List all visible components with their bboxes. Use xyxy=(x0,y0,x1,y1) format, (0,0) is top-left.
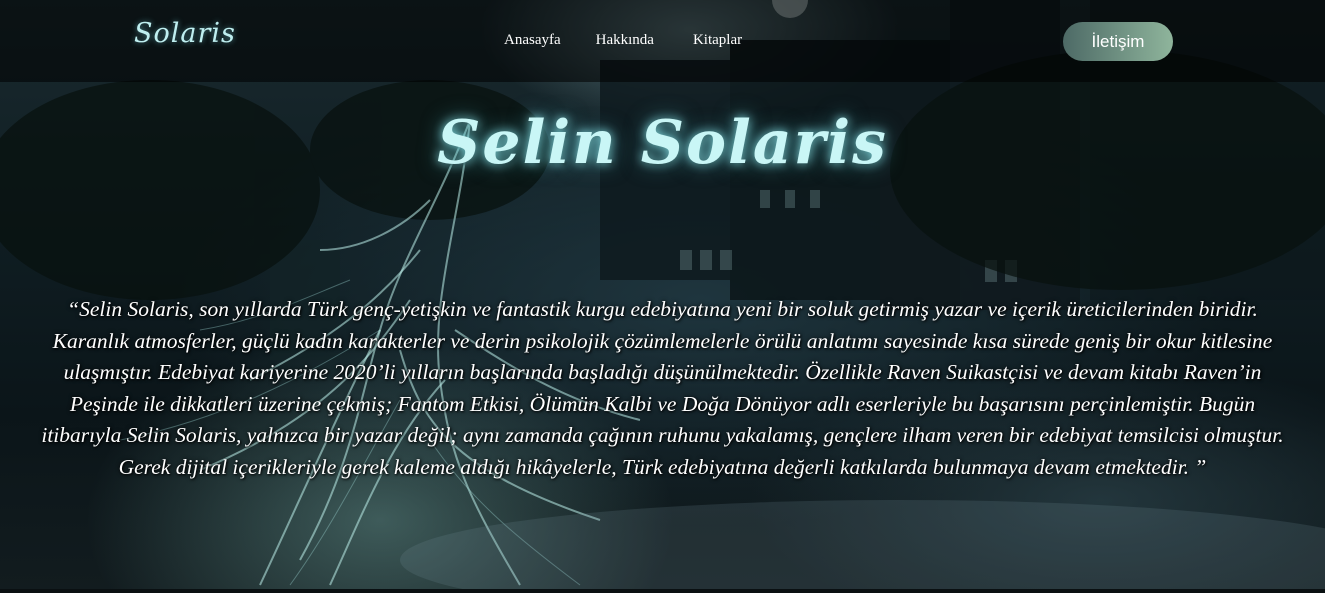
contact-button[interactable]: İletişim xyxy=(1063,22,1173,61)
nav-link-home[interactable]: Anasayfa xyxy=(504,32,561,49)
hero-title: Selin Solaris xyxy=(437,108,888,178)
site-logo[interactable]: Solaris xyxy=(134,18,236,49)
author-bio: “Selin Solaris, son yıllarda Türk genç-y… xyxy=(41,297,1284,479)
page: Solaris Anasayfa Hakkında Kitaplar İleti… xyxy=(0,0,1325,593)
nav-link-books[interactable]: Kitaplar xyxy=(693,32,742,49)
bottom-divider xyxy=(0,589,1325,593)
navbar: Solaris Anasayfa Hakkında Kitaplar İleti… xyxy=(0,0,1325,82)
nav-links: Anasayfa Hakkında Kitaplar xyxy=(504,32,742,49)
nav-link-about[interactable]: Hakkında xyxy=(596,32,654,49)
